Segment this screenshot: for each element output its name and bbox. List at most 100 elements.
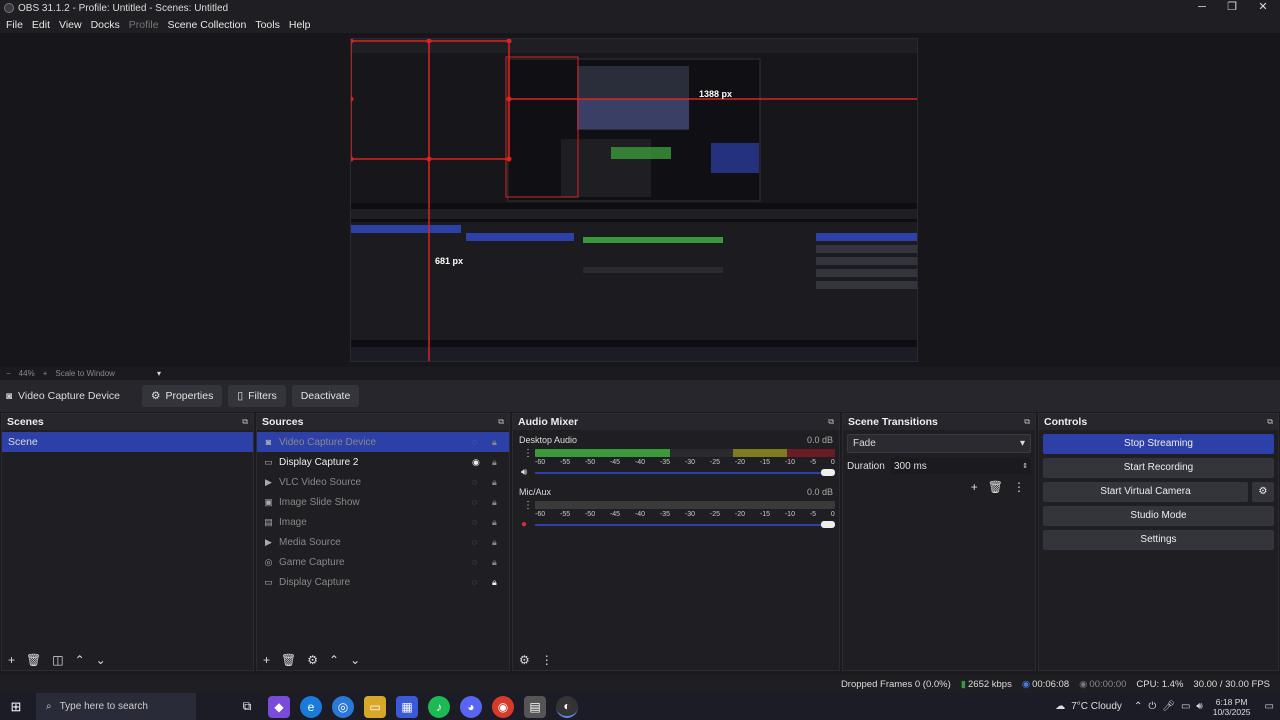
menu-scene-collection[interactable]: Scene Collection [168, 19, 247, 31]
eye-hidden-icon[interactable]: ◌ [472, 577, 477, 587]
volume-slider[interactable] [535, 524, 835, 526]
menu-docks[interactable]: Docks [91, 19, 120, 31]
notepad-icon[interactable]: ▤ [524, 695, 546, 718]
filter-icon[interactable]: ◫ [52, 653, 63, 667]
network-icon[interactable]: ▭ [1181, 701, 1190, 712]
kebab-menu-icon[interactable]: ⋮ [541, 653, 553, 667]
scene-item[interactable]: Scene [2, 432, 253, 452]
source-item[interactable]: ▶ VLC Video Source ◌ 🔒︎ [257, 472, 509, 492]
lock-icon[interactable]: 🔒︎ [492, 497, 497, 508]
zoom-out-button[interactable]: − [6, 369, 11, 378]
lock-icon[interactable]: 🔒︎ [492, 457, 497, 468]
spotify-icon[interactable]: ♪ [428, 695, 450, 718]
deactivate-button[interactable]: Deactivate [291, 385, 360, 407]
store-icon[interactable]: ▦ [396, 695, 418, 718]
clock[interactable]: 6:18 PM 10/3/2025 [1213, 697, 1251, 717]
speaker-icon[interactable]: 🔊︎ [521, 467, 527, 478]
kebab-menu-icon[interactable]: ⋮ [523, 500, 533, 511]
menu-profile[interactable]: Profile [129, 19, 159, 31]
start-recording-button[interactable]: Start Recording [1043, 458, 1274, 478]
chrome-alt-icon[interactable]: ◎ [332, 695, 354, 718]
windows-start-icon[interactable]: ⊞ [5, 696, 27, 718]
stop-streaming-button[interactable]: Stop Streaming [1043, 434, 1274, 454]
move-up-icon[interactable]: ⌃ [329, 653, 339, 667]
source-item[interactable]: ▣ Image Slide Show ◌ 🔒︎ [257, 492, 509, 512]
kebab-menu-icon[interactable]: ⋮ [1013, 480, 1025, 494]
lock-icon[interactable]: 🔒︎ [492, 517, 497, 528]
properties-button[interactable]: ⚙ Properties [142, 385, 223, 407]
source-item[interactable]: ▭ Display Capture 2 ◉ 🔒︎ [257, 452, 509, 472]
volume-slider-handle[interactable] [821, 469, 835, 476]
add-icon[interactable]: + [263, 653, 270, 667]
menu-tools[interactable]: Tools [255, 19, 280, 31]
undock-icon[interactable]: ⧉ [828, 417, 834, 427]
obs-icon[interactable]: ◐ [556, 695, 578, 718]
menu-help[interactable]: Help [289, 19, 311, 31]
zoom-in-button[interactable]: + [43, 369, 48, 378]
menu-file[interactable]: File [6, 19, 23, 31]
eye-hidden-icon[interactable]: ◌ [472, 477, 477, 487]
add-icon[interactable]: + [8, 653, 15, 667]
undock-icon[interactable]: ⧉ [1267, 417, 1273, 427]
trash-icon[interactable]: 🗑 [281, 653, 296, 667]
notifications-icon[interactable]: ▭ [1265, 701, 1274, 712]
move-down-icon[interactable]: ⌄ [96, 653, 106, 667]
eye-hidden-icon[interactable]: ◌ [472, 497, 477, 507]
preview-canvas[interactable]: 1388 px 681 px [350, 38, 918, 362]
gear-icon[interactable]: ⚙ [307, 653, 318, 667]
source-item[interactable]: ▶ Media Source ◌ 🔒︎ [257, 532, 509, 552]
close-button[interactable]: ✕ [1248, 0, 1278, 16]
eye-icon[interactable]: ◉ [472, 457, 480, 468]
zoom-mode[interactable]: Scale to Window [55, 369, 115, 378]
chrome-icon[interactable]: ◉ [492, 695, 514, 718]
advanced-audio-icon[interactable]: ⚙ [519, 653, 530, 667]
chevron-up-icon[interactable]: ⌃ [1134, 701, 1142, 712]
add-icon[interactable]: + [971, 480, 978, 494]
start-virtual-camera-button[interactable]: Start Virtual Camera [1043, 482, 1248, 502]
weather-text[interactable]: 7°C Cloudy [1071, 701, 1122, 712]
mic-muted-icon[interactable]: ● [521, 519, 527, 530]
volume-slider[interactable] [535, 472, 835, 474]
eye-hidden-icon[interactable]: ◌ [472, 437, 477, 447]
lock-icon[interactable]: 🔒︎ [492, 537, 497, 548]
volume-slider-handle[interactable] [821, 521, 835, 528]
edge-icon[interactable]: e [300, 695, 322, 718]
transition-select[interactable]: Fade ▾ [847, 434, 1031, 453]
move-down-icon[interactable]: ⌄ [350, 653, 360, 667]
source-item[interactable]: ◙ Video Capture Device ◌ 🔒︎ [257, 432, 509, 452]
source-item[interactable]: ◎ Game Capture ◌ 🔒︎ [257, 552, 509, 572]
minimize-button[interactable]: ─ [1187, 0, 1217, 16]
file-explorer-icon[interactable]: ▭ [364, 695, 386, 718]
undock-icon[interactable]: ⧉ [242, 417, 248, 427]
menu-view[interactable]: View [59, 19, 82, 31]
eye-hidden-icon[interactable]: ◌ [472, 517, 477, 527]
eye-hidden-icon[interactable]: ◌ [472, 537, 477, 547]
lock-icon[interactable]: 🔒︎ [492, 477, 497, 488]
eye-hidden-icon[interactable]: ◌ [472, 557, 477, 567]
duration-spinbox[interactable]: 300 ms ⇕ [891, 458, 1031, 474]
undock-icon[interactable]: ⧉ [1024, 417, 1030, 427]
copilot-icon[interactable]: ◆ [268, 695, 290, 718]
spin-arrows-icon[interactable]: ⇕ [1022, 462, 1028, 470]
kebab-menu-icon[interactable]: ⋮ [523, 448, 533, 459]
source-item[interactable]: ▭ Display Capture ◌ 🔒︎ [257, 572, 509, 592]
filters-button[interactable]: ▯ Filters [228, 385, 286, 407]
lock-icon[interactable]: 🔒︎ [492, 577, 497, 588]
settings-button[interactable]: Settings [1043, 530, 1274, 550]
volume-icon[interactable]: 🔊︎ [1196, 701, 1202, 712]
move-up-icon[interactable]: ⌃ [75, 653, 85, 667]
virtual-camera-gear-icon[interactable]: ⚙ [1252, 482, 1274, 502]
menu-edit[interactable]: Edit [32, 19, 50, 31]
trash-icon[interactable]: 🗑 [26, 653, 41, 667]
zoom-dropdown-icon[interactable]: ▾ [157, 369, 161, 378]
undock-icon[interactable]: ⧉ [498, 417, 504, 427]
taskbar-search[interactable]: ⌕ Type here to search [36, 693, 196, 720]
maximize-button[interactable]: ❐ [1217, 0, 1247, 16]
studio-mode-button[interactable]: Studio Mode [1043, 506, 1274, 526]
source-item[interactable]: ▤ Image ◌ 🔒︎ [257, 512, 509, 532]
task-view-icon[interactable]: ⧉ [236, 696, 258, 718]
trash-icon[interactable]: 🗑 [988, 480, 1003, 494]
lock-icon[interactable]: 🔒︎ [492, 437, 497, 448]
discord-icon[interactable]: ◕ [460, 695, 482, 718]
lock-icon[interactable]: 🔒︎ [492, 557, 497, 568]
